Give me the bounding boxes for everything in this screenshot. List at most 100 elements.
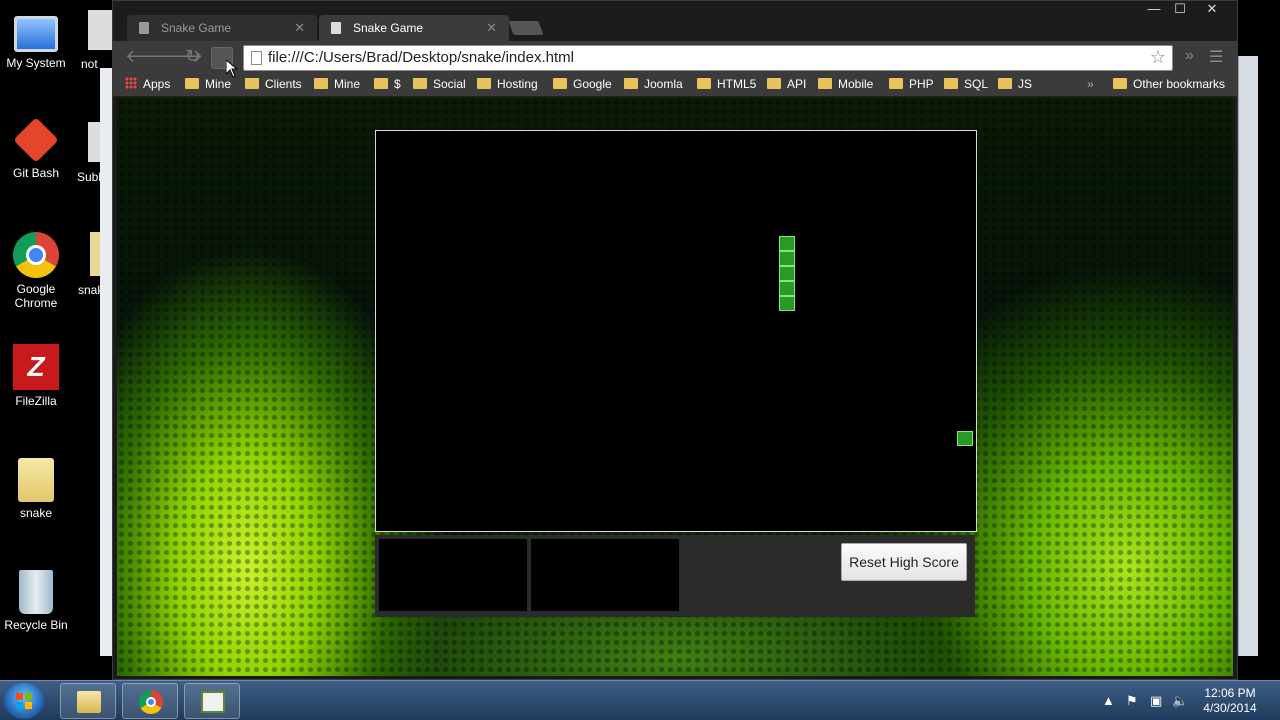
desktop-icon-label: Google Chrome [14, 282, 58, 310]
folder-icon [245, 78, 259, 89]
bookmark-folder[interactable]: HTML5 [697, 77, 756, 91]
bookmark-star-icon[interactable]: ☆ [1150, 47, 1166, 68]
bookmark-label: SQL [964, 77, 989, 91]
bookmark-label: Mine [205, 77, 232, 91]
clock[interactable]: 12:06 PM 4/30/2014 [1196, 686, 1264, 716]
show-hidden-icons-icon[interactable]: ▲ [1102, 693, 1115, 708]
snake-segment [778, 296, 795, 311]
menu-icon[interactable]: ☰ [1209, 47, 1223, 67]
bookmark-folder[interactable]: SQL [944, 77, 988, 91]
bookmark-label: Clients [265, 77, 302, 91]
background-window-scrollbar[interactable] [1238, 56, 1258, 656]
folder-icon [818, 78, 832, 89]
snake-segment [778, 251, 795, 266]
folder-icon [767, 78, 781, 89]
bookmark-folder[interactable]: Joomla [624, 77, 683, 91]
volume-icon[interactable]: 🔈 [1172, 693, 1188, 709]
bookmarks-bar: Apps Mine Clients Mine $ Social Hosting … [113, 73, 1237, 97]
folder-icon [697, 78, 711, 89]
bookmark-label: Mine [334, 77, 361, 91]
action-center-icon[interactable]: ⚑ [1126, 693, 1138, 709]
bookmark-label: Apps [143, 77, 171, 91]
bookmark-label: Google [573, 77, 612, 91]
browser-window: Snake Game ✕ Snake Game ✕ — ☐ ✕ 🡐 🡒 ↻ fi… [112, 0, 1238, 680]
desktop-icon-filezilla[interactable]: Z FileZilla [0, 344, 72, 408]
bookmark-folder[interactable]: Hosting [477, 77, 538, 91]
close-tab-icon[interactable]: ✕ [294, 20, 305, 36]
snake-segment [778, 281, 795, 296]
tab-snake-game-2[interactable]: Snake Game ✕ [319, 15, 509, 41]
bookmark-folder[interactable]: JS [998, 77, 1032, 91]
address-bar[interactable]: file:///C:/Users/Brad/Desktop/snake/inde… [243, 45, 1173, 71]
desktop-icon-label-partial[interactable]: Subl [77, 170, 101, 184]
bookmark-folder[interactable]: Mine [314, 77, 360, 91]
desktop-icon-recycle-bin[interactable]: Recycle Bin [0, 570, 72, 632]
bookmark-folder[interactable]: Mobile [818, 77, 873, 91]
desktop-icon-label-partial[interactable]: not [81, 57, 98, 71]
folder-icon [944, 78, 958, 89]
computer-icon [14, 16, 58, 52]
clock-date: 4/30/2014 [1203, 701, 1257, 715]
document-icon [331, 22, 341, 34]
page-icon [251, 51, 262, 65]
desktop-icon-label: FileZilla [15, 394, 57, 408]
extension-chevron-icon[interactable]: » [1185, 47, 1194, 65]
folder-icon [18, 458, 54, 502]
git-bash-icon [13, 117, 59, 163]
bookmark-label: PHP [909, 77, 934, 91]
bookmark-label: HTML5 [717, 77, 757, 91]
folder-icon [889, 78, 903, 89]
taskbar-explorer[interactable] [60, 683, 116, 719]
explorer-icon [77, 691, 101, 713]
game-canvas[interactable] [375, 130, 977, 532]
bookmark-folder[interactable]: PHP [889, 77, 934, 91]
folder-icon [314, 78, 328, 89]
reset-high-score-button[interactable]: Reset High Score [841, 543, 967, 581]
windows-logo-icon [16, 693, 32, 709]
desktop-icon-label: Git Bash [12, 166, 60, 180]
snake-segment [778, 236, 795, 251]
editor-icon [201, 691, 225, 713]
bookmark-folder[interactable]: Mine [185, 77, 231, 91]
score-box [379, 539, 527, 611]
taskbar-editor[interactable] [184, 683, 240, 719]
desktop-icon-git-bash[interactable]: Git Bash [0, 117, 72, 180]
reload-icon[interactable]: ↻ [185, 47, 200, 65]
bookmark-other[interactable]: Other bookmarks [1113, 77, 1225, 91]
bookmark-folder[interactable]: API [767, 77, 806, 91]
folder-icon [553, 78, 567, 89]
maximize-button[interactable]: ☐ [1169, 1, 1191, 17]
desktop-icon-google-chrome[interactable]: Google Chrome [0, 232, 72, 310]
title-bar[interactable]: Snake Game ✕ Snake Game ✕ — ☐ ✕ [113, 1, 1237, 41]
mouse-cursor-icon [226, 60, 238, 78]
bookmark-folder[interactable]: Google [553, 77, 612, 91]
chrome-icon [139, 690, 163, 714]
bookmark-label: $ [394, 77, 401, 91]
food-pellet [957, 431, 974, 446]
desktop-icon-my-system[interactable]: My System [0, 10, 72, 70]
desktop-icon-snake[interactable]: snake [0, 458, 72, 520]
start-button[interactable] [4, 683, 44, 719]
taskbar-chrome[interactable] [122, 683, 178, 719]
bookmarks-overflow-icon[interactable]: » [1087, 77, 1094, 91]
recycle-bin-icon [19, 570, 53, 614]
folder-icon [998, 78, 1012, 89]
close-tab-icon[interactable]: ✕ [486, 20, 497, 36]
network-icon[interactable]: ▣ [1150, 693, 1162, 709]
url-text: file:///C:/Users/Brad/Desktop/snake/inde… [268, 49, 574, 66]
minimize-button[interactable]: — [1143, 1, 1165, 17]
new-tab-button[interactable] [508, 21, 544, 35]
bookmark-folder[interactable]: $ [374, 77, 401, 91]
tab-snake-game-1[interactable]: Snake Game ✕ [127, 15, 317, 41]
close-window-button[interactable]: ✕ [1197, 1, 1227, 17]
bookmark-folder[interactable]: Social [413, 77, 466, 91]
bookmark-label: Other bookmarks [1133, 77, 1226, 91]
tab-title: Snake Game [161, 21, 232, 35]
bookmark-folder[interactable]: Clients [245, 77, 302, 91]
background-window-edge [100, 68, 112, 656]
bookmark-apps[interactable]: Apps [125, 77, 170, 91]
folder-icon [413, 78, 427, 89]
desktop-icon-label: snake [19, 506, 53, 520]
chrome-icon [13, 232, 59, 278]
folder-icon [624, 78, 638, 89]
